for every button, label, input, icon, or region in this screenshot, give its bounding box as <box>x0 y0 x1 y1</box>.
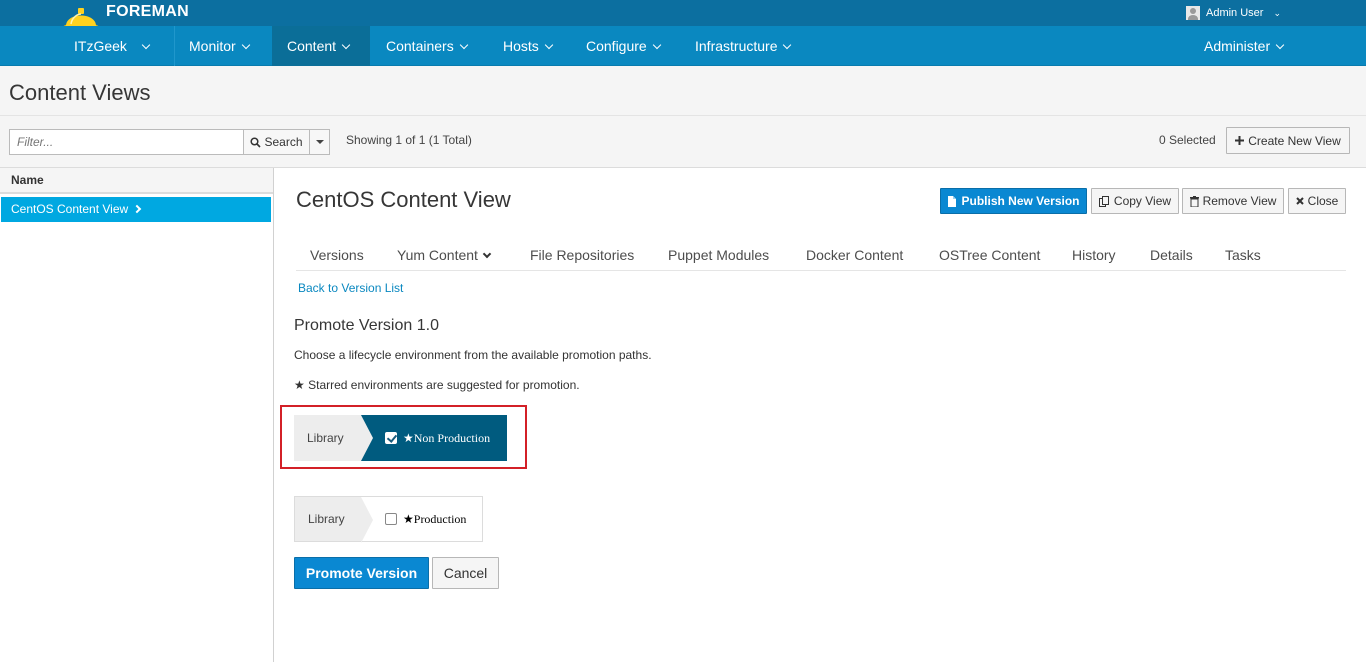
tab-details[interactable]: Details <box>1150 247 1193 263</box>
selected-count: 0 Selected <box>1159 133 1216 147</box>
user-name: Admin User <box>1206 7 1264 19</box>
tab-history[interactable]: History <box>1072 247 1116 263</box>
nav-infrastructure[interactable]: Infrastructure <box>695 26 792 66</box>
close-label: Close <box>1307 194 1339 208</box>
promote-instructions: Choose a lifecycle environment from the … <box>294 348 652 362</box>
page-header: Content Views <box>0 66 1366 116</box>
nav-infrastructure-label: Infrastructure <box>695 38 778 54</box>
chevron-right-icon <box>132 204 141 214</box>
nav-configure[interactable]: Configure <box>586 26 661 66</box>
nav-hosts-label: Hosts <box>503 38 539 54</box>
tab-file-repositories[interactable]: File Repositories <box>530 247 634 263</box>
search-icon <box>250 136 262 148</box>
search-options-dropdown[interactable] <box>309 129 330 155</box>
star-icon: ★ <box>403 511 414 526</box>
list-item-label: CentOS Content View <box>11 202 129 216</box>
nav-monitor[interactable]: Monitor <box>189 26 250 66</box>
chevron-down-icon <box>1275 40 1285 50</box>
filter-input[interactable] <box>9 129 244 155</box>
promotion-path-row: Library ★ Production <box>294 496 483 543</box>
tab-ostree-content[interactable]: OSTree Content <box>939 247 1040 263</box>
chevron-down-icon: ⌄ <box>1273 7 1282 18</box>
user-avatar-icon <box>1186 6 1200 20</box>
copy-view-label: Copy View <box>1113 194 1172 208</box>
path-env-non-production[interactable]: ★ Non Production <box>361 415 507 461</box>
publish-new-version-button[interactable]: Publish New Version <box>940 188 1087 214</box>
copy-icon <box>1098 195 1109 207</box>
results-count: Showing 1 of 1 (1 Total) <box>346 133 472 147</box>
tab-yum-content-label: Yum Content <box>397 247 478 263</box>
tab-docker-content[interactable]: Docker Content <box>806 247 903 263</box>
path-env-production[interactable]: ★ Production <box>361 496 483 542</box>
close-icon <box>1295 197 1304 205</box>
tab-versions[interactable]: Versions <box>310 247 364 263</box>
path-library-node: Library <box>294 415 373 461</box>
create-new-view-label: Create New View <box>1248 133 1341 148</box>
cancel-button[interactable]: Cancel <box>432 557 499 589</box>
search-button-label: Search <box>264 135 303 149</box>
nav-content[interactable]: Content <box>272 26 370 66</box>
starred-note-text: Starred environments are suggested for p… <box>308 378 580 392</box>
tab-yum-content[interactable]: Yum Content <box>397 247 492 263</box>
caret-down-icon <box>315 140 324 144</box>
remove-view-button[interactable]: Remove View <box>1182 188 1284 214</box>
chevron-down-icon <box>241 40 250 50</box>
starred-note: ★ Starred environments are suggested for… <box>294 378 580 392</box>
chevron-down-icon <box>652 40 661 50</box>
tab-puppet-modules[interactable]: Puppet Modules <box>668 247 769 263</box>
content-view-tabs: Versions Yum Content File Repositories P… <box>296 241 1346 271</box>
close-button[interactable]: Close <box>1288 188 1346 214</box>
path-library-node: Library <box>294 496 373 543</box>
nav-content-label: Content <box>287 38 337 54</box>
back-to-version-list-link[interactable]: Back to Version List <box>298 281 403 295</box>
chevron-down-icon <box>783 40 792 50</box>
chevron-down-icon <box>544 40 554 50</box>
content-view-title: CentOS Content View <box>296 187 511 212</box>
nav-containers[interactable]: Containers <box>386 26 468 66</box>
user-menu[interactable]: Admin User ⌄ <box>1186 6 1281 20</box>
star-icon: ★ <box>294 378 305 392</box>
nav-divider <box>174 26 175 66</box>
nav-org-label: ITzGeek <box>74 38 127 54</box>
copy-view-button[interactable]: Copy View <box>1091 188 1179 214</box>
promote-heading: Promote Version 1.0 <box>294 317 439 334</box>
list-toolbar: Search Showing 1 of 1 (1 Total) 0 Select… <box>0 116 1366 168</box>
chevron-down-icon <box>141 40 151 50</box>
remove-view-label: Remove View <box>1202 194 1277 208</box>
nav-org-selector[interactable]: ITzGeek <box>74 26 151 66</box>
env-checkbox[interactable] <box>385 432 397 444</box>
brand-name[interactable]: FOREMAN <box>106 3 189 21</box>
chevron-down-icon <box>459 40 468 50</box>
chevron-down-icon <box>482 249 492 259</box>
env-checkbox[interactable] <box>385 513 397 525</box>
list-item[interactable]: CentOS Content View <box>1 197 271 222</box>
publish-label: Publish New Version <box>961 194 1080 208</box>
nav-hosts[interactable]: Hosts <box>503 26 554 66</box>
nav-configure-label: Configure <box>586 38 647 54</box>
main-nav: ITzGeek Monitor Content Containers Hosts… <box>0 26 1366 66</box>
nav-containers-label: Containers <box>386 38 454 54</box>
env-name: Non Production <box>413 430 491 445</box>
search-button[interactable]: Search <box>243 129 310 155</box>
nav-administer[interactable]: Administer <box>1204 26 1285 66</box>
content-view-list: Name CentOS Content View <box>0 168 274 662</box>
top-bar: FOREMAN Admin User ⌄ <box>0 0 1366 31</box>
star-icon: ★ <box>403 430 414 445</box>
publish-icon <box>948 195 957 207</box>
tab-tasks[interactable]: Tasks <box>1225 247 1261 263</box>
page-title: Content Views <box>9 80 151 105</box>
create-new-view-button[interactable]: Create New View <box>1226 127 1350 154</box>
promote-version-button[interactable]: Promote Version <box>294 557 429 589</box>
plus-icon <box>1235 136 1245 145</box>
trash-icon <box>1189 195 1199 207</box>
nav-administer-label: Administer <box>1204 38 1271 54</box>
column-header-name[interactable]: Name <box>0 168 273 194</box>
nav-monitor-label: Monitor <box>189 38 236 54</box>
chevron-down-icon <box>341 40 351 50</box>
promotion-path-row: Library ★ Non Production <box>294 415 507 461</box>
env-name: Production <box>413 511 467 526</box>
